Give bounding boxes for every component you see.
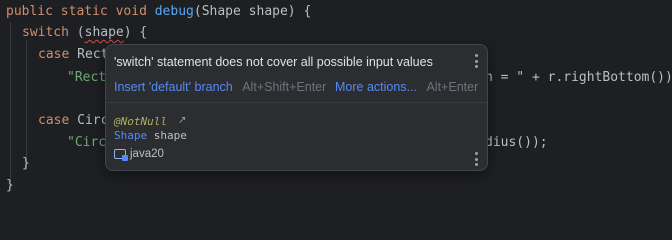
inspection-popup: 'switch' statement does not cover all po… bbox=[105, 44, 488, 171]
code-line-4: "Rect bbox=[67, 68, 106, 88]
indent-guide bbox=[10, 22, 11, 182]
code-text: dius()); bbox=[485, 135, 548, 150]
code-line-9: } bbox=[6, 176, 14, 196]
error-squiggle-text[interactable]: shape bbox=[85, 25, 124, 40]
code-text: Rect bbox=[69, 47, 109, 62]
more-options-icon[interactable] bbox=[471, 54, 481, 68]
code-line-3: case Rect bbox=[38, 45, 108, 65]
module-name: java20 bbox=[130, 148, 164, 160]
code-line-7: "Circ bbox=[67, 133, 106, 153]
popup-problem-section: 'switch' statement does not cover all po… bbox=[106, 45, 487, 102]
keyword: static bbox=[60, 4, 108, 19]
code-line-1: public static void debug(Shape shape) { bbox=[6, 2, 311, 22]
parameter-name: shape bbox=[153, 129, 187, 142]
code-text: Circ bbox=[69, 113, 109, 128]
code-line-6: case Circ bbox=[38, 111, 108, 131]
indent-guide bbox=[26, 40, 27, 170]
parameter-signature: Shape shape bbox=[114, 129, 187, 142]
module-icon bbox=[114, 149, 128, 161]
more-actions-row: More actions... Alt+Enter bbox=[335, 80, 478, 94]
more-actions-link[interactable]: More actions... bbox=[335, 80, 417, 94]
insert-default-branch-link[interactable]: Insert 'default' branch bbox=[114, 80, 233, 94]
code-text: ( bbox=[68, 25, 85, 40]
code-text: } bbox=[22, 156, 30, 171]
external-link-icon[interactable]: ↗ bbox=[178, 115, 186, 126]
code-line-2: switch (shape) { bbox=[22, 23, 147, 43]
problem-message: 'switch' statement does not cover all po… bbox=[114, 55, 433, 69]
method-name: debug bbox=[154, 4, 194, 19]
quick-fix-row: Insert 'default' branch Alt+Shift+Enter bbox=[114, 80, 326, 94]
string-literal: "Circ bbox=[67, 135, 107, 150]
module-info: java20 bbox=[114, 148, 164, 161]
annotation-text: @NotNull bbox=[114, 115, 167, 128]
doc-options-icon[interactable] bbox=[471, 152, 481, 166]
code-text: n = " + r.rightBottom()); bbox=[485, 70, 672, 85]
code-line-4-tail: n = " + r.rightBottom()); bbox=[485, 68, 672, 88]
keyword: case bbox=[38, 47, 70, 62]
keyword: public bbox=[6, 4, 53, 19]
more-actions-shortcut: Alt+Enter bbox=[426, 80, 479, 94]
keyword: case bbox=[38, 113, 70, 128]
code-line-8: } bbox=[22, 154, 30, 174]
code-text: ) { bbox=[123, 25, 148, 40]
string-literal: "Rect bbox=[67, 70, 107, 85]
popup-divider bbox=[106, 102, 487, 103]
keyword: void bbox=[115, 4, 147, 19]
fix-shortcut: Alt+Shift+Enter bbox=[242, 80, 327, 94]
code-line-7-tail: dius()); bbox=[485, 133, 548, 153]
keyword: switch bbox=[22, 25, 69, 40]
parameter-type[interactable]: Shape bbox=[114, 129, 147, 142]
code-text: } bbox=[6, 178, 14, 193]
code-text: (Shape shape) { bbox=[193, 4, 312, 19]
